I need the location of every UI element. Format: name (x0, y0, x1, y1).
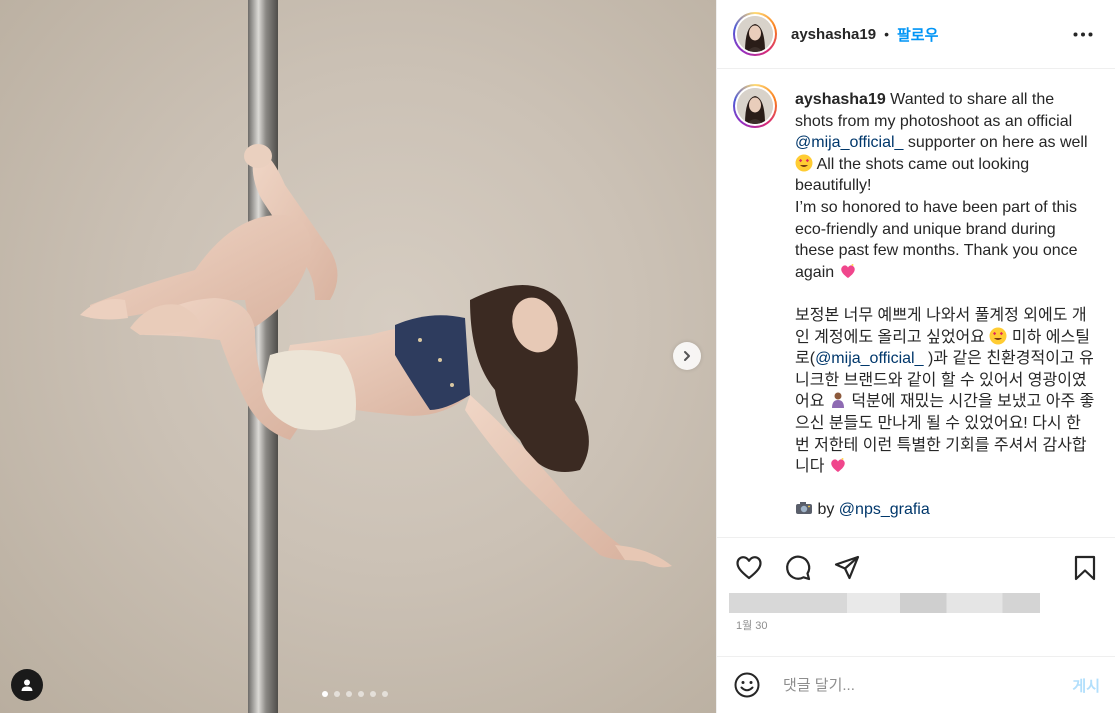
carousel-dot (358, 691, 364, 697)
user-icon (21, 679, 33, 691)
caption-username[interactable]: ayshasha19 (795, 91, 886, 108)
separator-dot: • (884, 26, 889, 42)
post-date[interactable]: 1월 30 (736, 617, 768, 633)
carousel-dot (382, 691, 388, 697)
post-side-panel: ayshasha19 • 팔로우 ayshasha19 Wanted to sh… (716, 0, 1115, 713)
chevron-right-icon (684, 351, 690, 361)
mention-link[interactable]: @nps_grafia (839, 501, 930, 518)
tagged-users-button[interactable] (11, 669, 43, 701)
comment-icon[interactable] (784, 554, 812, 582)
carousel-dot (346, 691, 352, 697)
more-options-icon (1073, 32, 1093, 36)
action-bar (717, 537, 1115, 597)
follow-button[interactable]: 팔로우 (897, 24, 938, 45)
post-photo[interactable] (0, 0, 716, 713)
heart-eyes-emoji-icon (989, 327, 1007, 345)
profile-photo (737, 16, 773, 52)
profile-photo (737, 88, 773, 124)
share-icon[interactable] (833, 554, 861, 582)
sparkling-heart-emoji-icon (831, 458, 845, 473)
emoji-icon[interactable] (733, 671, 761, 699)
comment-bar: 게시 (717, 656, 1115, 713)
carousel-indicator (322, 691, 388, 697)
comment-input[interactable] (783, 676, 1043, 694)
post-comment-button[interactable]: 게시 (1072, 675, 1100, 696)
post-header: ayshasha19 • 팔로우 (717, 0, 1115, 69)
post-username[interactable]: ayshasha19 (791, 26, 876, 43)
more-options-button[interactable] (1071, 22, 1095, 46)
caption-avatar[interactable] (733, 84, 777, 128)
sparkling-heart-emoji-icon (840, 263, 855, 278)
post-caption: ayshasha19 Wanted to share all the shots… (795, 91, 1095, 519)
heart-eyes-emoji-icon (795, 154, 813, 172)
next-photo-button[interactable] (673, 342, 701, 370)
likes-count-blurred[interactable] (729, 593, 1040, 613)
avatar[interactable] (733, 12, 777, 56)
mention-link[interactable]: @mija_official_ (815, 350, 923, 367)
pole-dancer-photo (80, 0, 672, 713)
heart-icon[interactable] (735, 554, 763, 582)
carousel-dot (322, 691, 328, 697)
mention-link[interactable]: @mija_official_ (795, 134, 903, 151)
person-bowing-emoji-icon (831, 392, 844, 409)
bookmark-icon[interactable] (1071, 554, 1099, 582)
caption-area[interactable]: ayshasha19 Wanted to share all the shots… (717, 70, 1115, 536)
carousel-dot (370, 691, 376, 697)
carousel-dot (334, 691, 340, 697)
camera-emoji-icon (796, 502, 812, 515)
